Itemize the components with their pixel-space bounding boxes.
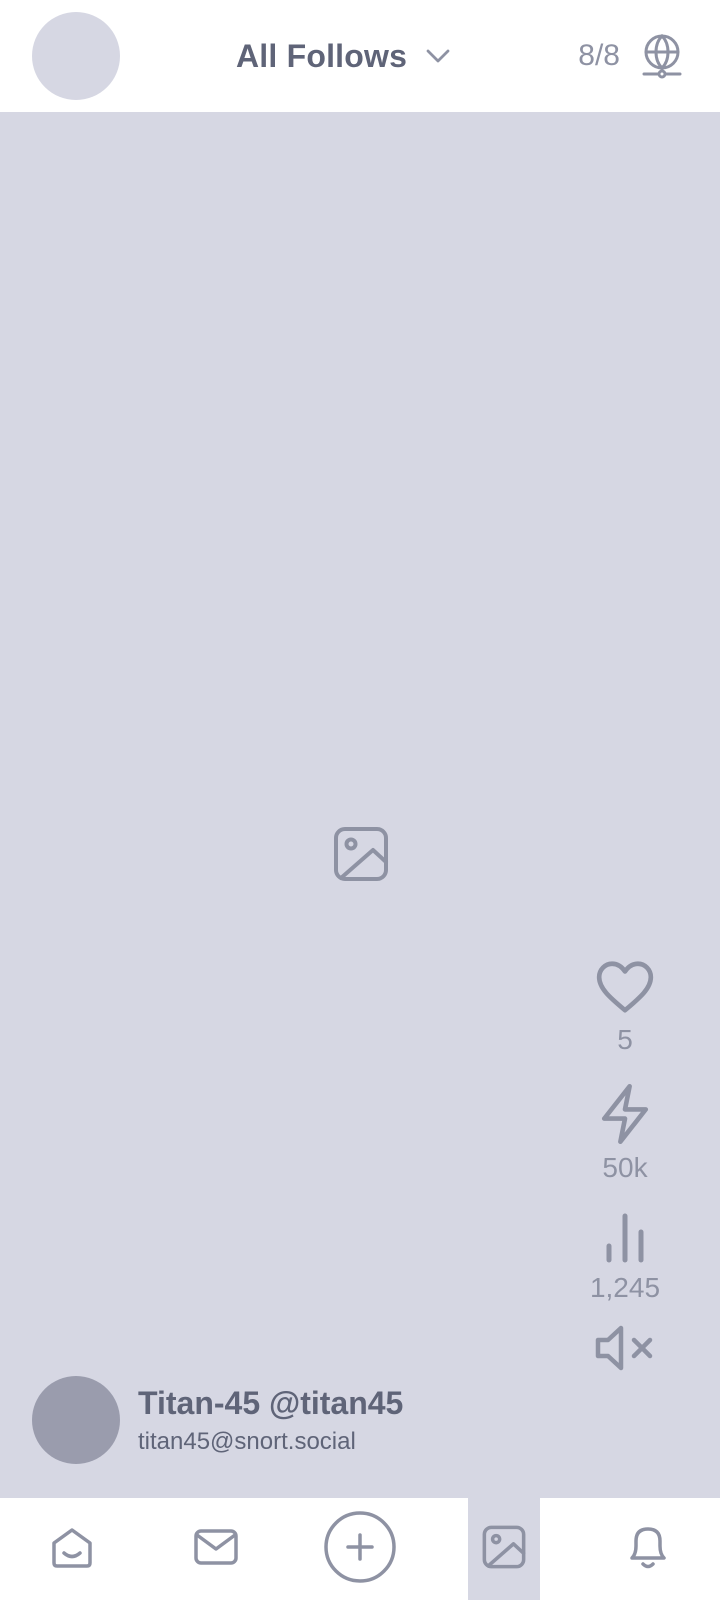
chevron-down-icon	[423, 41, 453, 71]
image-icon	[333, 826, 389, 882]
user-avatar[interactable]	[32, 12, 120, 100]
nav-home-button[interactable]	[36, 1498, 108, 1600]
heart-icon	[594, 958, 656, 1016]
author-name-handle: Titan-45 @titan45	[138, 1385, 404, 1421]
nav-notifications-button[interactable]	[612, 1498, 684, 1600]
volume-muted-icon	[594, 1324, 656, 1372]
like-count: 5	[617, 1024, 633, 1055]
post-author[interactable]: Titan-45 @titan45 titan45@snort.social	[32, 1376, 403, 1464]
zap-button[interactable]: 50k	[575, 1084, 675, 1184]
like-button[interactable]: 5	[575, 958, 675, 1056]
home-icon	[50, 1525, 94, 1574]
author-nip05: titan45@snort.social	[138, 1428, 356, 1455]
image-icon	[482, 1525, 526, 1574]
post-actions: 5 50k 1,245	[575, 958, 675, 1372]
zap-count: 50k	[602, 1152, 648, 1183]
feed-title: All Follows	[236, 37, 408, 74]
globe-icon	[640, 32, 684, 80]
mute-button[interactable]	[575, 1324, 675, 1372]
bell-icon	[626, 1524, 670, 1575]
top-bar: All Follows 8/8	[0, 0, 720, 112]
lightning-icon	[599, 1084, 651, 1144]
view-count: 1,245	[589, 1272, 661, 1303]
nav-media-button[interactable]	[468, 1498, 540, 1600]
bottom-nav	[0, 1498, 720, 1600]
author-avatar[interactable]	[32, 1376, 120, 1464]
relay-count: 8/8	[578, 39, 620, 72]
mail-icon	[193, 1527, 239, 1572]
bar-chart-icon	[603, 1212, 647, 1264]
post-media[interactable]: 5 50k 1,245 Titan-45 @titan45 titan45@sn…	[0, 112, 720, 1498]
feed-selector[interactable]: All Follows	[236, 30, 453, 82]
views-button[interactable]: 1,245	[575, 1212, 675, 1304]
nav-new-post-button[interactable]	[324, 1498, 396, 1600]
relay-status[interactable]: 8/8	[578, 30, 684, 82]
nav-messages-button[interactable]	[180, 1498, 252, 1600]
add-icon	[323, 1510, 397, 1589]
author-info: Titan-45 @titan45 titan45@snort.social	[138, 1384, 403, 1456]
